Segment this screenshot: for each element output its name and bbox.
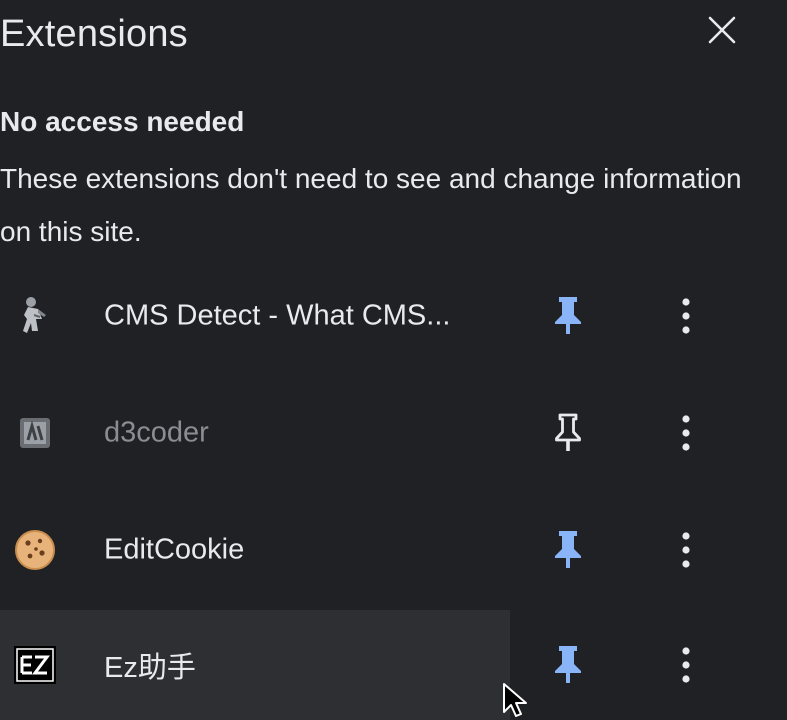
more-vert-icon xyxy=(682,298,690,334)
pin-button[interactable] xyxy=(546,411,590,455)
more-vert-icon xyxy=(682,647,690,683)
pin-filled-icon xyxy=(555,531,581,568)
pin-filled-icon xyxy=(555,297,581,334)
cookie-icon xyxy=(14,529,56,571)
extension-row[interactable]: EditCookie xyxy=(0,500,787,600)
mouse-cursor-icon xyxy=(503,683,527,717)
more-options-button[interactable] xyxy=(664,291,708,341)
more-options-button[interactable] xyxy=(664,525,708,575)
row-background xyxy=(0,383,510,483)
extension-name: EditCookie xyxy=(104,533,245,566)
pin-button[interactable] xyxy=(546,294,590,338)
panel-title: Extensions xyxy=(0,13,188,55)
pin-button[interactable] xyxy=(546,528,590,572)
section-heading: No access needed xyxy=(0,106,245,137)
pin-filled-icon xyxy=(555,646,581,683)
pin-outline-icon xyxy=(555,413,581,451)
row-background xyxy=(0,500,510,600)
more-options-button[interactable] xyxy=(664,640,708,690)
more-vert-icon xyxy=(682,532,690,568)
close-icon xyxy=(708,16,736,44)
extension-name: d3coder xyxy=(104,416,209,449)
more-vert-icon xyxy=(682,415,690,451)
extension-row[interactable]: d3coder xyxy=(0,383,787,483)
cms-detect-icon xyxy=(14,295,56,337)
section-description: These extensions don't need to see and c… xyxy=(0,163,742,247)
ez-icon xyxy=(14,644,56,686)
d3coder-icon xyxy=(14,412,56,454)
extension-name: Ez助手 xyxy=(104,652,196,684)
more-options-button[interactable] xyxy=(664,408,708,458)
close-button[interactable] xyxy=(704,12,740,48)
extension-row[interactable]: CMS Detect - What CMS... xyxy=(0,266,787,366)
row-background xyxy=(0,610,510,720)
extension-name: CMS Detect - What CMS... xyxy=(104,299,451,332)
extension-row[interactable]: Ez助手 xyxy=(0,610,787,720)
pin-button[interactable] xyxy=(546,643,590,687)
